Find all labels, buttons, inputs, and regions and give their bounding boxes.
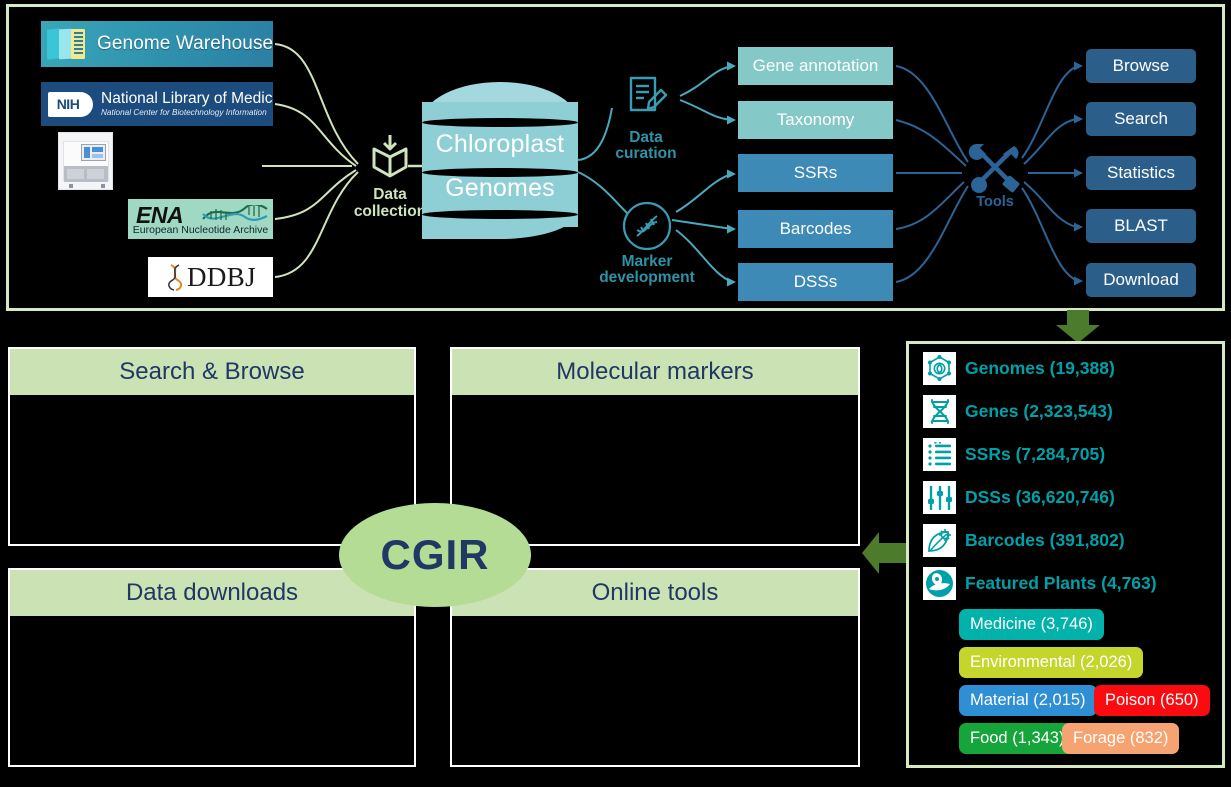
website-section-molecular-markers[interactable]: Molecular markers [450,347,860,546]
function-download[interactable]: Download [1086,263,1196,297]
node-label: Tools [976,194,1014,210]
diagram-canvas: Genome Warehouse NIH National Library of… [0,0,1231,787]
stat-label: Genes (2,323,543) [965,401,1113,421]
document-pencil-icon [629,76,668,112]
pipeline-node-tools: Tools [950,140,1040,210]
tag-material[interactable]: Material (2,015) [959,685,1097,716]
section-title: Molecular markers [452,349,858,395]
stat-row[interactable]: SSRs (7,284,705) [923,438,1105,471]
stat-row[interactable]: DSSs (36,620,746) [923,481,1115,514]
genome-network-icon [923,352,956,385]
data-type-dsss[interactable]: DSSs [738,263,893,301]
stat-row[interactable]: Genes (2,323,543) [923,395,1113,428]
data-type-barcodes[interactable]: Barcodes [738,210,893,248]
node-label-line2: development [599,269,695,287]
statistics-panel: Genomes (19,388) Genes (2,323,543) SSRs … [906,341,1225,768]
function-search[interactable]: Search [1086,102,1196,136]
function-browse[interactable]: Browse [1086,49,1196,83]
arrow-down-icon [1056,310,1100,343]
website-section-data-downloads[interactable]: Data downloads [8,568,416,767]
stat-row[interactable]: Genomes (19,388) [923,352,1115,385]
stat-label: Featured Plants (4,763) [965,573,1157,593]
cgir-logo: CGIR [339,503,531,607]
data-type-ssrs[interactable]: SSRs [738,154,893,192]
dna-helix-icon [923,395,956,428]
leaf-gear-icon [923,524,956,557]
plant-circle-icon [923,567,956,600]
arrow-left-icon [862,532,908,574]
stat-label: Genomes (19,388) [965,358,1115,378]
tag-environmental[interactable]: Environmental (2,026) [959,647,1144,678]
data-type-taxonomy[interactable]: Taxonomy [738,101,893,139]
pipeline-node-marker-development: Marker development [586,200,708,287]
tag-poison[interactable]: Poison (650) [1094,685,1210,716]
website-section-search-browse[interactable]: Search & Browse [8,347,416,546]
stat-label: SSRs (7,284,705) [965,444,1106,464]
stat-label: Barcodes (391,802) [965,530,1125,550]
tag-forage[interactable]: Forage (832) [1062,723,1180,754]
list-lines-icon [923,438,956,471]
pipeline-node-data-curation: Data curation [596,76,696,163]
function-blast[interactable]: BLAST [1086,209,1196,243]
sliders-icon [923,481,956,514]
data-type-gene-annotation[interactable]: Gene annotation [738,47,893,85]
wrench-hammer-icon [968,144,1020,193]
function-statistics[interactable]: Statistics [1086,156,1196,190]
tag-medicine[interactable]: Medicine (3,746) [959,609,1104,640]
tag-food[interactable]: Food (1,343) [959,723,1076,754]
node-label-line2: curation [615,145,677,163]
section-title: Search & Browse [10,349,414,395]
website-section-online-tools[interactable]: Online tools [450,568,860,767]
node-label-line1: Data [629,129,663,146]
stat-row[interactable]: Featured Plants (4,763) [923,567,1157,600]
node-label-line1: Marker [621,253,673,270]
dna-circle-icon [622,201,672,251]
stat-row[interactable]: Barcodes (391,802) [923,524,1125,557]
stat-label: DSSs (36,620,746) [965,487,1115,507]
